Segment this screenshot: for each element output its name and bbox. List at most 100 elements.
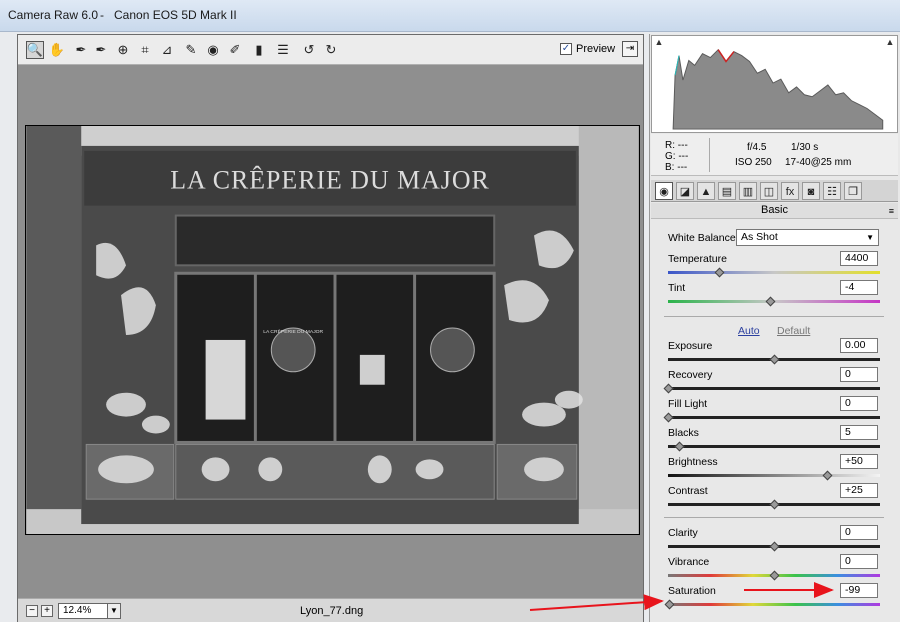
tab-lens-corrections-icon[interactable]: ◫ — [760, 182, 778, 200]
tab-basic-icon[interactable]: ◉ — [655, 182, 673, 200]
straighten-icon[interactable]: ⊿ — [158, 41, 176, 59]
file-name: Lyon_77.dng — [300, 605, 364, 617]
slider-thumb-temperature[interactable] — [714, 267, 725, 278]
zoom-icon[interactable]: 🔍 — [26, 41, 44, 59]
tab-presets-icon[interactable]: ☷ — [823, 182, 841, 200]
chevron-down-icon: ▼ — [866, 233, 874, 242]
slider-label-brightness: Brightness — [668, 456, 718, 468]
rotate-right-icon[interactable]: ↻ — [322, 41, 340, 59]
divider — [664, 316, 884, 317]
rgb-readout: R: --- G: --- B: --- — [665, 140, 688, 173]
auto-link[interactable]: Auto — [738, 325, 760, 337]
panel-title-text: Basic — [761, 204, 788, 216]
divider — [664, 517, 884, 518]
slider-track-temperature[interactable] — [668, 271, 880, 274]
default-link[interactable]: Default — [777, 325, 810, 337]
shadow-clipping-warning-icon[interactable]: ▲ — [654, 38, 664, 48]
slider-track-recovery[interactable] — [668, 387, 880, 390]
slider-track-saturation[interactable] — [668, 603, 880, 606]
slider-label-temperature: Temperature — [668, 253, 727, 265]
slider-value-vibrance[interactable]: 0 — [840, 554, 878, 569]
slider-thumb-clarity[interactable] — [769, 541, 780, 552]
slider-value-blacks[interactable]: 5 — [840, 425, 878, 440]
slider-label-saturation: Saturation — [668, 585, 716, 597]
slider-value-temperature[interactable]: 4400 — [840, 251, 878, 266]
pixel-readout: R: --- G: --- B: --- f/4.5 1/30 s ISO 25… — [651, 134, 898, 176]
shutter-value: 1/30 s — [791, 142, 819, 153]
tab-tone-curve-icon[interactable]: ◪ — [676, 182, 694, 200]
slider-thumb-fill-light[interactable] — [663, 412, 674, 423]
rotate-left-icon[interactable]: ↺ — [300, 41, 318, 59]
adjustment-brush-icon[interactable]: ✐ — [226, 41, 244, 59]
slider-value-recovery[interactable]: 0 — [840, 367, 878, 382]
zoom-dropdown-button[interactable]: ▼ — [107, 603, 121, 619]
g-value: --- — [678, 151, 689, 162]
r-value: --- — [677, 140, 688, 151]
histogram — [651, 35, 898, 133]
slider-thumb-vibrance[interactable] — [769, 570, 780, 581]
crop-icon[interactable]: ⌗ — [136, 41, 154, 59]
title-separator: - — [100, 8, 104, 22]
iso-value: ISO 250 — [735, 157, 772, 168]
r-label: R: — [665, 140, 675, 151]
tab-snapshots-icon[interactable]: ❐ — [844, 182, 862, 200]
slider-label-tint: Tint — [668, 282, 686, 294]
tab-camera-calibration-icon[interactable]: ◙ — [802, 182, 820, 200]
slider-thumb-saturation[interactable] — [664, 599, 675, 610]
slider-value-clarity[interactable]: 0 — [840, 525, 878, 540]
panel-menu-icon[interactable]: ≡ — [889, 204, 894, 219]
preview-label: Preview — [576, 43, 616, 55]
panel-tabs: ◉ ◪ ▲ ▤ ▥ ◫ fx ◙ ☷ ❐ — [651, 180, 898, 202]
zoom-level-field[interactable]: 12.4% — [58, 603, 108, 619]
readout-divider — [709, 138, 710, 172]
shop-sign-text: LA CRÊPERIE DU MAJOR — [170, 166, 489, 195]
slider-track-brightness[interactable] — [668, 474, 880, 477]
tab-detail-icon[interactable]: ▲ — [697, 182, 715, 200]
slider-thumb-tint[interactable] — [765, 296, 776, 307]
slider-thumb-recovery[interactable] — [663, 383, 674, 394]
slider-thumb-exposure[interactable] — [769, 354, 780, 365]
slider-label-recovery: Recovery — [668, 369, 713, 381]
toolbar: ✓ Preview ⇥ 🔍 ✋ ✒ ✒ ⊕ ⌗ ⊿ ✎ ◉ ✐ ▮ ☰ ↺ ↻ — [18, 35, 643, 65]
preview-checkbox[interactable]: ✓ — [560, 43, 572, 55]
zoom-in-button[interactable]: + — [41, 605, 53, 617]
highlight-clipping-warning-icon[interactable]: ▲ — [885, 38, 895, 48]
white-balance-value: As Shot — [741, 231, 778, 243]
slider-label-clarity: Clarity — [668, 527, 698, 539]
b-value: --- — [677, 162, 688, 173]
slider-label-exposure: Exposure — [668, 340, 713, 352]
preferences-icon[interactable]: ☰ — [274, 41, 292, 59]
slider-value-brightness[interactable]: +50 — [840, 454, 878, 469]
g-label: G: — [665, 151, 676, 162]
graduated-filter-icon[interactable]: ▮ — [250, 41, 268, 59]
preview-toggle[interactable]: ✓ Preview — [560, 43, 615, 55]
status-bar: − + 12.4% ▼ Lyon_77.dng — [18, 598, 643, 622]
slider-label-contrast: Contrast — [668, 485, 708, 497]
tab-hsl-icon[interactable]: ▤ — [718, 182, 736, 200]
app-title: Camera Raw 6.0 — [8, 8, 99, 22]
slider-track-fill-light[interactable] — [668, 416, 880, 419]
slider-value-saturation[interactable]: -99 — [840, 583, 878, 598]
slider-value-exposure[interactable]: 0.00 — [840, 338, 878, 353]
tab-split-toning-icon[interactable]: ▥ — [739, 182, 757, 200]
zoom-out-button[interactable]: − — [26, 605, 38, 617]
preview-pane: ✓ Preview ⇥ 🔍 ✋ ✒ ✒ ⊕ ⌗ ⊿ ✎ ◉ ✐ ▮ ☰ ↺ ↻ LA CRÊPERIE D… — [17, 34, 644, 622]
slider-track-blacks[interactable] — [668, 445, 880, 448]
target-adjustment-icon[interactable]: ⊕ — [114, 41, 132, 59]
spot-removal-icon[interactable]: ✎ — [182, 41, 200, 59]
red-eye-icon[interactable]: ◉ — [204, 41, 222, 59]
slider-thumb-contrast[interactable] — [769, 499, 780, 510]
fullscreen-toggle-button[interactable]: ⇥ — [622, 41, 638, 57]
slider-thumb-blacks[interactable] — [674, 441, 685, 452]
slider-label-blacks: Blacks — [668, 427, 699, 439]
color-sampler-icon[interactable]: ✒ — [92, 41, 110, 59]
slider-value-fill-light[interactable]: 0 — [840, 396, 878, 411]
white-balance-label: White Balance: — [668, 232, 739, 244]
slider-thumb-brightness[interactable] — [822, 470, 833, 481]
hand-icon[interactable]: ✋ — [48, 41, 66, 59]
white-balance-select[interactable]: As Shot ▼ — [736, 229, 879, 246]
white-balance-eyedropper-icon[interactable]: ✒ — [72, 41, 90, 59]
slider-value-contrast[interactable]: +25 — [840, 483, 878, 498]
tab-effects-icon[interactable]: fx — [781, 182, 799, 200]
slider-value-tint[interactable]: -4 — [840, 280, 878, 295]
